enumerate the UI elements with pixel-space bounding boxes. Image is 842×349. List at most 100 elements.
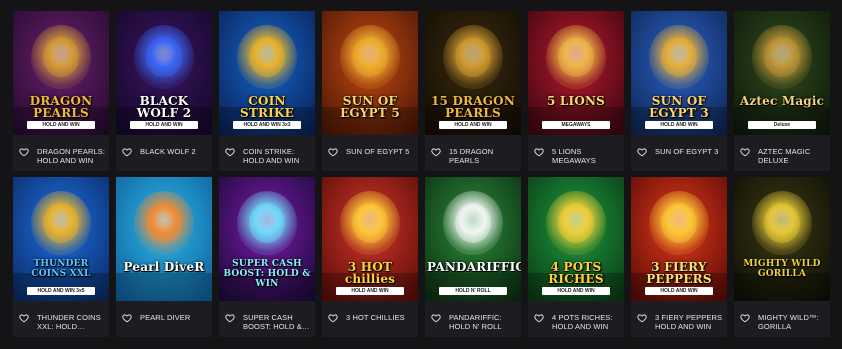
game-logo-text: THUNDER COINS XXL — [31, 259, 91, 279]
game-card[interactable]: 5 LIONS MEGAWAYS 5 LIONS MEGAWAYS — [528, 11, 624, 171]
game-thumbnail[interactable]: SUPER CASH BOOST: HOLD & WIN — [219, 177, 315, 301]
game-caption: THUNDER COINS XXL: HOLD… — [13, 301, 109, 337]
heart-outline-icon[interactable] — [534, 147, 544, 157]
game-logo-text: 3 HOT chillies — [344, 260, 396, 286]
game-caption: COIN STRIKE: HOLD AND WIN — [219, 135, 315, 171]
game-caption: BLACK WOLF 2 — [116, 135, 212, 171]
game-title[interactable]: 3 FIERY PEPPERS HOLD AND WIN — [655, 313, 725, 331]
heart-outline-icon[interactable] — [225, 313, 235, 323]
game-card[interactable]: SUPER CASH BOOST: HOLD & WIN SUPER CASH B… — [219, 177, 315, 337]
game-thumbnail[interactable]: 3 HOT chillies HOLD AND WIN — [322, 177, 418, 301]
game-caption: AZTEC MAGIC DELUXE — [734, 135, 830, 171]
game-logo-subtitle: MEGAWAYS — [542, 121, 610, 129]
game-title[interactable]: THUNDER COINS XXL: HOLD… — [37, 313, 107, 331]
game-logo-subtitle: Deluxe — [748, 121, 816, 129]
game-artwork — [734, 177, 830, 301]
game-logo-text: SUN OF EGYPT 5 — [340, 94, 400, 120]
game-thumbnail[interactable]: Pearl DiveR — [116, 177, 212, 301]
game-thumbnail[interactable]: SUN OF EGYPT 5 — [322, 11, 418, 135]
game-caption: 5 LIONS MEGAWAYS — [528, 135, 624, 171]
game-title[interactable]: DRAGON PEARLS: HOLD AND WIN — [37, 147, 107, 165]
heart-outline-icon[interactable] — [328, 313, 338, 323]
game-title[interactable]: 5 LIONS MEGAWAYS — [552, 147, 622, 165]
game-logo-subtitle: HOLD AND WIN — [645, 121, 713, 129]
game-caption: SUN OF EGYPT 5 — [322, 135, 418, 171]
game-card[interactable]: DRAGON PEARLS HOLD AND WIN DRAGON PEARLS: … — [13, 11, 109, 171]
game-logo-text: MIGHTY WILD GORILLA — [743, 259, 821, 279]
game-title[interactable]: SUN OF EGYPT 5 — [346, 147, 409, 156]
games-grid: DRAGON PEARLS HOLD AND WIN DRAGON PEARLS: … — [13, 11, 830, 337]
game-logo-subtitle: HOLD AND WIN — [130, 121, 198, 129]
heart-outline-icon[interactable] — [740, 313, 750, 323]
game-card[interactable]: SUN OF EGYPT 5 SUN OF EGYPT 5 — [322, 11, 418, 171]
game-caption: DRAGON PEARLS: HOLD AND WIN — [13, 135, 109, 171]
heart-outline-icon[interactable] — [637, 313, 647, 323]
heart-outline-icon[interactable] — [740, 147, 750, 157]
game-artwork — [734, 11, 830, 135]
game-thumbnail[interactable]: DRAGON PEARLS HOLD AND WIN — [13, 11, 109, 135]
heart-outline-icon[interactable] — [431, 147, 441, 157]
game-card[interactable]: SUN OF EGYPT 3 HOLD AND WIN SUN OF EGYPT 3 — [631, 11, 727, 171]
heart-outline-icon[interactable] — [19, 147, 29, 157]
game-thumbnail[interactable]: 5 LIONS MEGAWAYS — [528, 11, 624, 135]
game-title[interactable]: BLACK WOLF 2 — [140, 147, 196, 156]
game-caption: SUN OF EGYPT 3 — [631, 135, 727, 171]
heart-outline-icon[interactable] — [19, 313, 29, 323]
game-card[interactable]: PANDARIFFIC HOLD N' ROLL PANDARIFFIC: HOLD… — [425, 177, 521, 337]
game-thumbnail[interactable]: PANDARIFFIC HOLD N' ROLL — [425, 177, 521, 301]
heart-outline-icon[interactable] — [122, 147, 132, 157]
game-card[interactable]: MIGHTY WILD GORILLA MIGHTY WILD™: GORILLA — [734, 177, 830, 337]
game-logo-text: DRAGON PEARLS — [29, 94, 93, 120]
game-card[interactable]: 3 HOT chillies HOLD AND WIN 3 HOT CHILLIES — [322, 177, 418, 337]
game-title[interactable]: 3 HOT CHILLIES — [346, 313, 405, 322]
game-logo-text: BLACK WOLF 2 — [136, 94, 192, 120]
game-card[interactable]: 4 POTS RICHES HOLD AND WIN 4 POTS RICHES: … — [528, 177, 624, 337]
game-card[interactable]: 3 FIERY PEPPERS HOLD AND WIN 3 FIERY PEPPE… — [631, 177, 727, 337]
heart-outline-icon[interactable] — [225, 147, 235, 157]
game-thumbnail[interactable]: MIGHTY WILD GORILLA — [734, 177, 830, 301]
game-thumbnail[interactable]: Aztec Magic Deluxe — [734, 11, 830, 135]
game-card[interactable]: THUNDER COINS XXL HOLD AND WIN 3x5 THUNDER… — [13, 177, 109, 337]
game-logo-text: PANDARIFFIC — [427, 260, 521, 274]
game-thumbnail[interactable]: 3 FIERY PEPPERS HOLD AND WIN — [631, 177, 727, 301]
game-caption: 3 HOT CHILLIES — [322, 301, 418, 337]
game-card[interactable]: COIN STRIKE HOLD AND WIN 3x3 COIN STRIKE: … — [219, 11, 315, 171]
game-thumbnail[interactable]: 4 POTS RICHES HOLD AND WIN — [528, 177, 624, 301]
game-thumbnail[interactable]: 15 DRAGON PEARLS HOLD AND WIN — [425, 11, 521, 135]
game-logo-subtitle: HOLD AND WIN — [336, 287, 404, 295]
game-title[interactable]: 15 DRAGON PEARLS — [449, 147, 519, 165]
game-title[interactable]: SUN OF EGYPT 3 — [655, 147, 718, 156]
heart-outline-icon[interactable] — [431, 313, 441, 323]
game-logo-text: SUN OF EGYPT 3 — [649, 94, 709, 120]
game-logo-subtitle: HOLD AND WIN — [645, 287, 713, 295]
heart-outline-icon[interactable] — [534, 313, 544, 323]
game-title[interactable]: AZTEC MAGIC DELUXE — [758, 147, 828, 165]
game-title[interactable]: SUPER CASH BOOST: HOLD &… — [243, 313, 313, 331]
game-logo-text: 5 LIONS — [546, 94, 606, 108]
game-thumbnail[interactable]: BLACK WOLF 2 HOLD AND WIN — [116, 11, 212, 135]
game-title[interactable]: PEARL DIVER — [140, 313, 190, 322]
game-thumbnail[interactable]: COIN STRIKE HOLD AND WIN 3x3 — [219, 11, 315, 135]
game-logo-subtitle: HOLD AND WIN 3x5 — [27, 287, 95, 295]
game-thumbnail[interactable]: SUN OF EGYPT 3 HOLD AND WIN — [631, 11, 727, 135]
game-logo-text: COIN STRIKE — [240, 94, 294, 120]
heart-outline-icon[interactable] — [328, 147, 338, 157]
heart-outline-icon[interactable] — [637, 147, 647, 157]
game-card[interactable]: 15 DRAGON PEARLS HOLD AND WIN 15 DRAGON PE… — [425, 11, 521, 171]
game-thumbnail[interactable]: THUNDER COINS XXL HOLD AND WIN 3x5 — [13, 177, 109, 301]
game-title[interactable]: MIGHTY WILD™: GORILLA — [758, 313, 828, 331]
game-logo-text: Aztec Magic — [739, 94, 825, 108]
game-title[interactable]: COIN STRIKE: HOLD AND WIN — [243, 147, 313, 165]
game-artwork — [425, 177, 521, 301]
game-logo-subtitle: HOLD AND WIN — [27, 121, 95, 129]
game-title[interactable]: PANDARIFFIC: HOLD N' ROLL — [449, 313, 519, 331]
heart-outline-icon[interactable] — [122, 313, 132, 323]
game-title[interactable]: 4 POTS RICHES: HOLD AND WIN — [552, 313, 622, 331]
game-caption: SUPER CASH BOOST: HOLD &… — [219, 301, 315, 337]
game-logo-text: 3 FIERY PEPPERS — [646, 260, 712, 286]
game-caption: MIGHTY WILD™: GORILLA — [734, 301, 830, 337]
game-card[interactable]: BLACK WOLF 2 HOLD AND WIN BLACK WOLF 2 — [116, 11, 212, 171]
game-card[interactable]: Pearl DiveR PEARL DIVER — [116, 177, 212, 337]
game-artwork — [116, 177, 212, 301]
game-card[interactable]: Aztec Magic Deluxe AZTEC MAGIC DELUXE — [734, 11, 830, 171]
